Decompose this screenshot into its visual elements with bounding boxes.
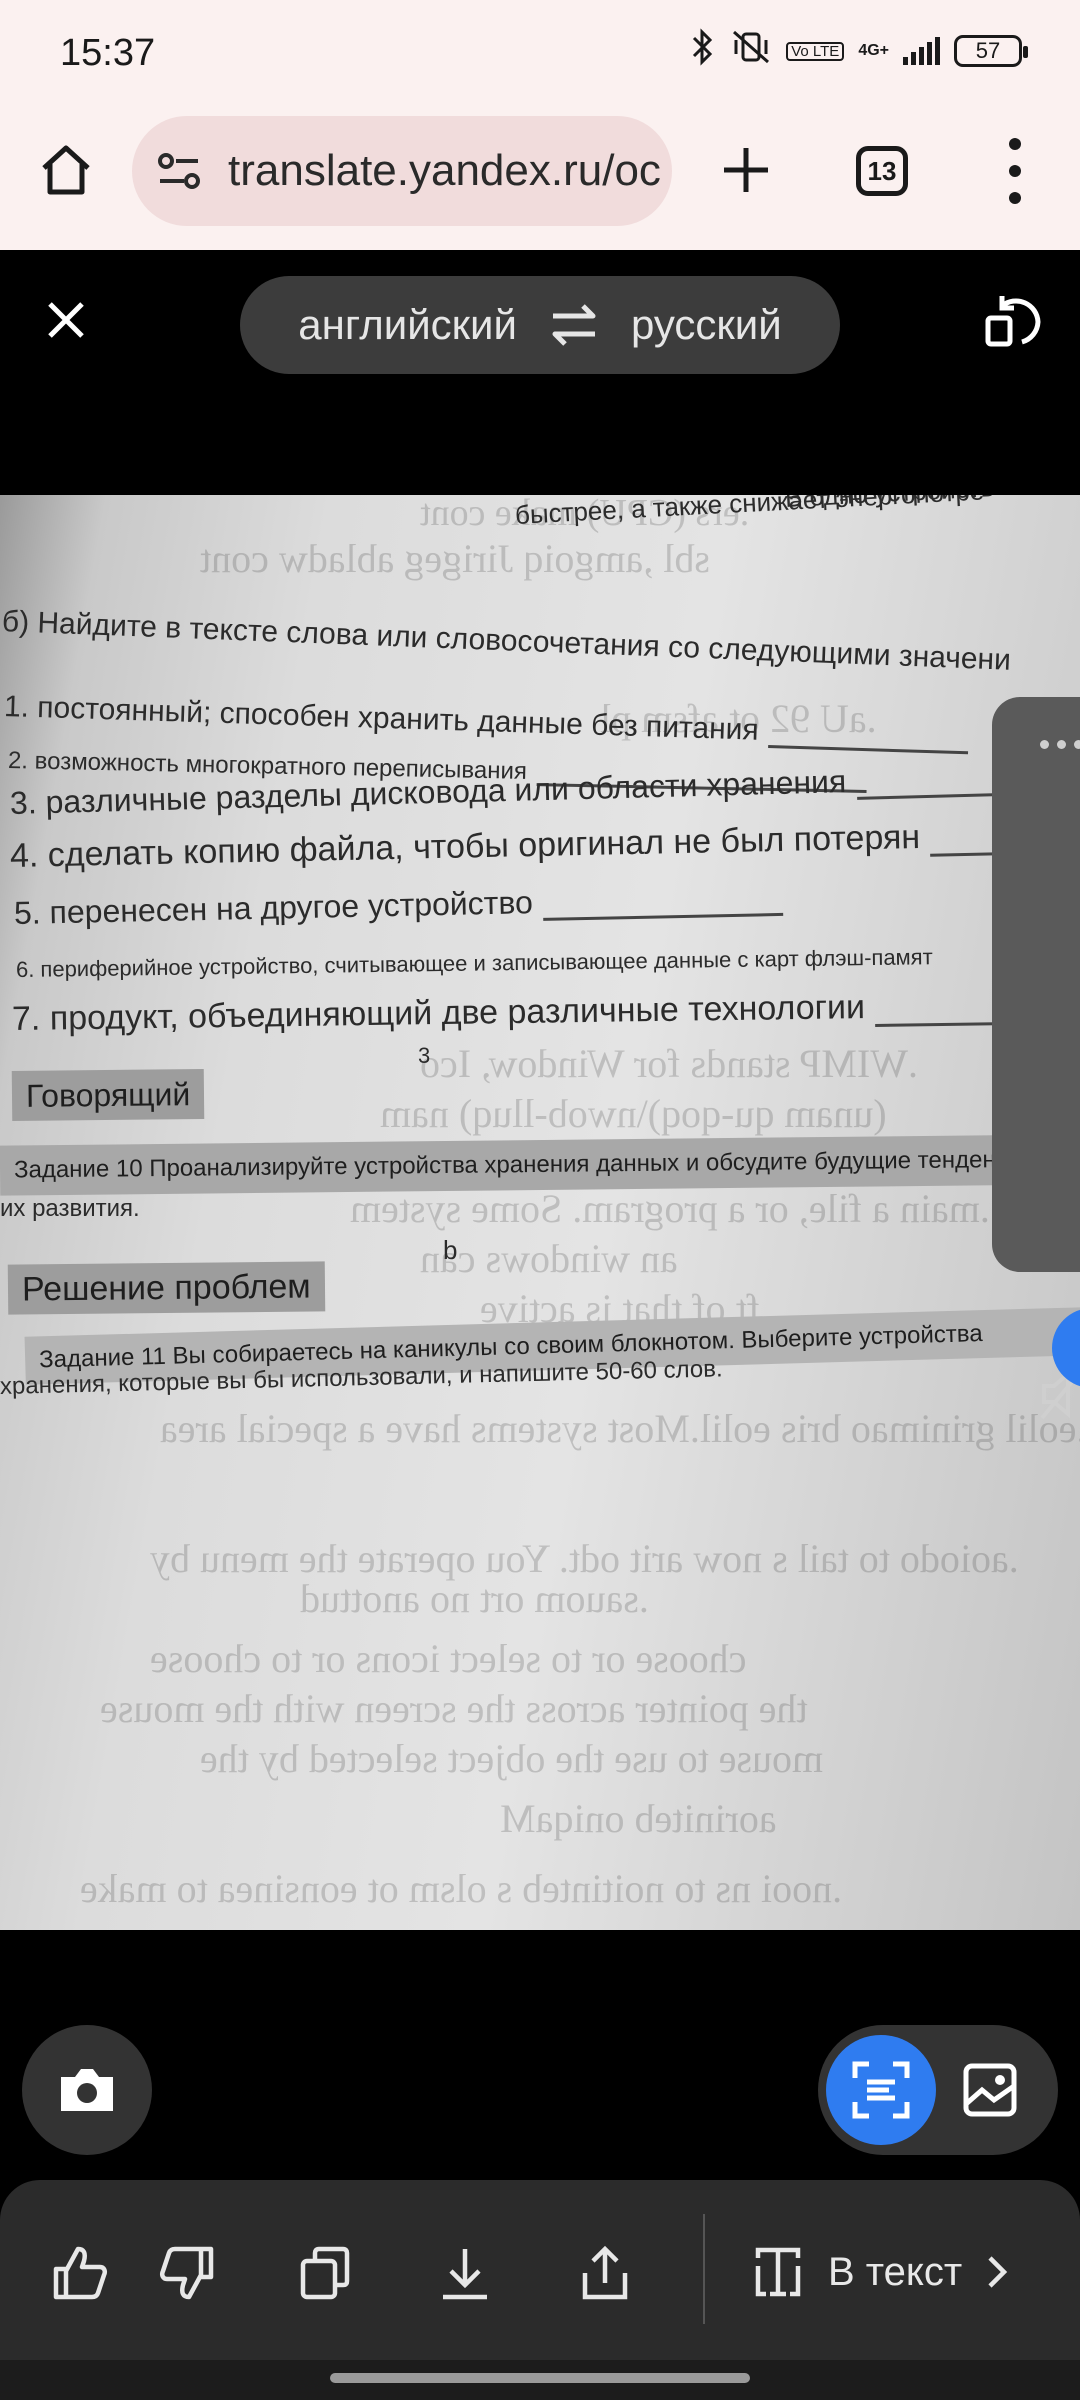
plus-icon bbox=[724, 148, 768, 192]
chevron-right-icon bbox=[988, 2256, 1008, 2288]
task-10-line-2: их развития. bbox=[0, 1195, 140, 1222]
rotate-button[interactable] bbox=[982, 288, 1046, 352]
text-scan-mode-button[interactable] bbox=[826, 2035, 936, 2145]
status-bar: 15:37 Vo LTE 4G+ 57 bbox=[0, 0, 1080, 110]
list-item-6: 6. периферийное устройство, считывающее … bbox=[15, 944, 933, 982]
close-button[interactable] bbox=[36, 290, 96, 350]
captured-photo[interactable]: .ers (CPU) make cont sbl ,amgoiq Jirigeg… bbox=[0, 495, 1080, 1930]
new-tab-button[interactable] bbox=[716, 140, 776, 200]
browser-menu-button[interactable] bbox=[1000, 138, 1030, 204]
gallery-button[interactable] bbox=[950, 2050, 1030, 2130]
home-button[interactable] bbox=[36, 140, 96, 200]
language-selector: английский русский bbox=[240, 276, 840, 374]
dislike-button[interactable] bbox=[152, 2238, 222, 2308]
network-type: 4G+ bbox=[858, 42, 889, 59]
page-number: 3 bbox=[418, 1043, 431, 1068]
camera-button[interactable] bbox=[22, 2025, 152, 2155]
download-button[interactable] bbox=[430, 2238, 500, 2308]
status-time: 15:37 bbox=[60, 32, 156, 74]
volte-badge: Vo LTE bbox=[786, 41, 845, 61]
vibrate-muted-icon bbox=[730, 28, 772, 74]
speaking-heading: Говорящий bbox=[11, 1068, 205, 1122]
thumbs-down-icon bbox=[159, 2246, 214, 2300]
home-icon bbox=[42, 145, 90, 195]
source-language-button[interactable]: английский bbox=[298, 301, 517, 349]
share-icon bbox=[582, 2245, 628, 2300]
url-text: translate.yandex.ru/oc bbox=[228, 146, 661, 195]
rotate-icon bbox=[985, 296, 1041, 347]
gallery-icon bbox=[963, 2063, 1017, 2117]
copy-icon bbox=[300, 2246, 350, 2300]
to-text-button[interactable]: В текст bbox=[752, 2232, 1008, 2312]
side-panel[interactable] bbox=[992, 697, 1080, 1272]
camera-translator: английский русский .ers (CPU) make cont … bbox=[0, 250, 1080, 2400]
target-language-button[interactable]: русский bbox=[631, 301, 782, 349]
problem-heading: Решение проблем bbox=[7, 1261, 325, 1315]
list-item-4: 4. сделать копию файла, чтобы оригинал н… bbox=[10, 815, 1051, 876]
toolbar-divider bbox=[703, 2214, 705, 2324]
camera-icon bbox=[61, 2069, 113, 2111]
swap-languages-icon[interactable] bbox=[547, 302, 601, 348]
list-item-7: 7. продукт, объединяющий две различные т… bbox=[12, 986, 996, 1039]
thumbs-up-icon bbox=[53, 2246, 108, 2300]
close-icon bbox=[48, 302, 84, 338]
share-button[interactable] bbox=[570, 2238, 640, 2308]
status-icons: Vo LTE 4G+ 57 bbox=[690, 28, 1028, 74]
task-b-line: б) Найдите в тексте слова или словосочет… bbox=[1, 605, 1012, 677]
bluetooth-icon bbox=[690, 28, 716, 74]
site-settings-icon[interactable] bbox=[154, 145, 206, 197]
home-gesture-bar[interactable] bbox=[330, 2373, 750, 2383]
tab-switcher-button[interactable]: 13 bbox=[856, 146, 908, 196]
download-icon bbox=[443, 2249, 487, 2300]
like-button[interactable] bbox=[45, 2238, 115, 2308]
signal-icon bbox=[903, 37, 940, 65]
scan-text-icon bbox=[852, 2061, 910, 2119]
mode-toggle bbox=[818, 2025, 1058, 2155]
bottom-toolbar: В текст bbox=[0, 2180, 1080, 2360]
address-bar[interactable]: translate.yandex.ru/oc bbox=[132, 116, 672, 226]
text-frame-icon bbox=[755, 2247, 801, 2297]
letter-b: b bbox=[443, 1235, 458, 1265]
more-dots-icon[interactable] bbox=[1040, 740, 1080, 749]
browser-toolbar: translate.yandex.ru/oc 13 bbox=[0, 110, 1080, 250]
battery-icon: 57 bbox=[954, 35, 1028, 67]
list-item-5: 5. перенесен на другое устройство bbox=[14, 879, 784, 932]
to-text-label: В текст bbox=[828, 2249, 963, 2294]
copy-button[interactable] bbox=[290, 2238, 360, 2308]
